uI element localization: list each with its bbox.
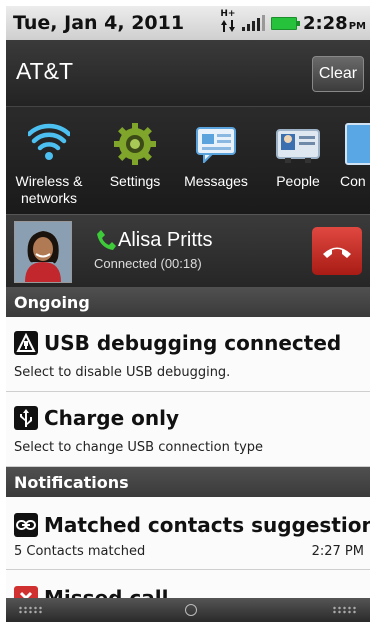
quick-item-label: Messages xyxy=(184,173,248,189)
quick-item-connect[interactable]: Con xyxy=(340,107,370,215)
status-ampm: PM xyxy=(348,20,366,32)
network-type-label: H+ xyxy=(220,9,236,19)
notification-title-row: USB debugging connected xyxy=(14,331,341,355)
section-header-notifications: Notifications xyxy=(6,467,370,497)
section-header-ongoing: Ongoing xyxy=(6,287,370,317)
connect-icon xyxy=(340,121,370,167)
status-bar: Tue, Jan 4, 2011 H+ 2:28PM xyxy=(6,6,370,40)
notification-subtitle: Select to disable USB debugging. xyxy=(14,365,231,380)
call-status: Connected (00:18) xyxy=(94,256,202,271)
grip-dots-icon xyxy=(332,606,358,614)
battery-icon xyxy=(270,16,300,30)
status-time: 2:28 xyxy=(302,12,348,34)
link-icon xyxy=(14,513,38,537)
quick-settings-row: Wireless & networks Settings Messages Pe… xyxy=(6,106,370,215)
notification-title-row: Charge only xyxy=(14,406,179,430)
carrier-bar: AT&T Clear xyxy=(6,40,370,106)
notification-title: Matched contacts suggestion xyxy=(44,513,370,537)
grip-dots-icon xyxy=(18,606,44,614)
quick-item-messages[interactable]: Messages xyxy=(178,107,254,215)
drag-handle-bar[interactable] xyxy=(6,598,370,622)
android-debug-icon xyxy=(14,331,38,355)
signal-strength-icon xyxy=(241,15,265,31)
end-call-button[interactable] xyxy=(312,227,362,275)
notification-title: Charge only xyxy=(44,406,179,430)
people-icon xyxy=(275,121,321,167)
notification-panel: Tue, Jan 4, 2011 H+ 2:28PM AT&T Clear Wi… xyxy=(6,6,370,622)
quick-item-label: Con xyxy=(340,173,366,189)
notification-title: USB debugging connected xyxy=(44,331,342,355)
quick-item-settings[interactable]: Settings xyxy=(100,107,170,215)
notification-usb-debugging[interactable]: USB debugging connected Select to disabl… xyxy=(6,317,370,392)
clear-button[interactable]: Clear xyxy=(312,56,364,92)
phone-icon xyxy=(96,229,116,255)
quick-item-wireless[interactable]: Wireless & networks xyxy=(6,107,92,215)
hang-up-icon xyxy=(323,247,351,258)
messages-icon xyxy=(193,121,239,167)
wifi-icon xyxy=(26,121,72,167)
notification-title-row: Matched contacts suggestion xyxy=(14,513,370,537)
active-call-row[interactable]: Alisa Pritts Connected (00:18) xyxy=(6,214,370,287)
notification-time: 2:27 PM xyxy=(311,544,364,559)
notification-charge-only[interactable]: Charge only Select to change USB connect… xyxy=(6,392,370,467)
avatar xyxy=(14,221,72,283)
notification-subtitle: Select to change USB connection type xyxy=(14,440,264,455)
caller-name: Alisa Pritts xyxy=(118,229,213,251)
quick-item-label: Settings xyxy=(109,173,161,189)
network-type-icon: H+ xyxy=(220,10,236,36)
drag-handle-icon xyxy=(185,604,197,616)
notification-subtitle: 5 Contacts matched xyxy=(14,544,146,559)
gear-icon xyxy=(112,121,158,167)
quick-item-label: Wireless & networks xyxy=(15,173,83,206)
status-icons: H+ 2:28PM xyxy=(220,10,366,36)
status-date: Tue, Jan 4, 2011 xyxy=(13,12,185,34)
carrier-name: AT&T xyxy=(16,58,74,84)
quick-item-label: People xyxy=(276,173,320,189)
quick-item-people[interactable]: People xyxy=(268,107,328,215)
notification-matched-contacts[interactable]: Matched contacts suggestion 5 Contacts m… xyxy=(6,497,370,570)
usb-icon xyxy=(14,406,38,430)
